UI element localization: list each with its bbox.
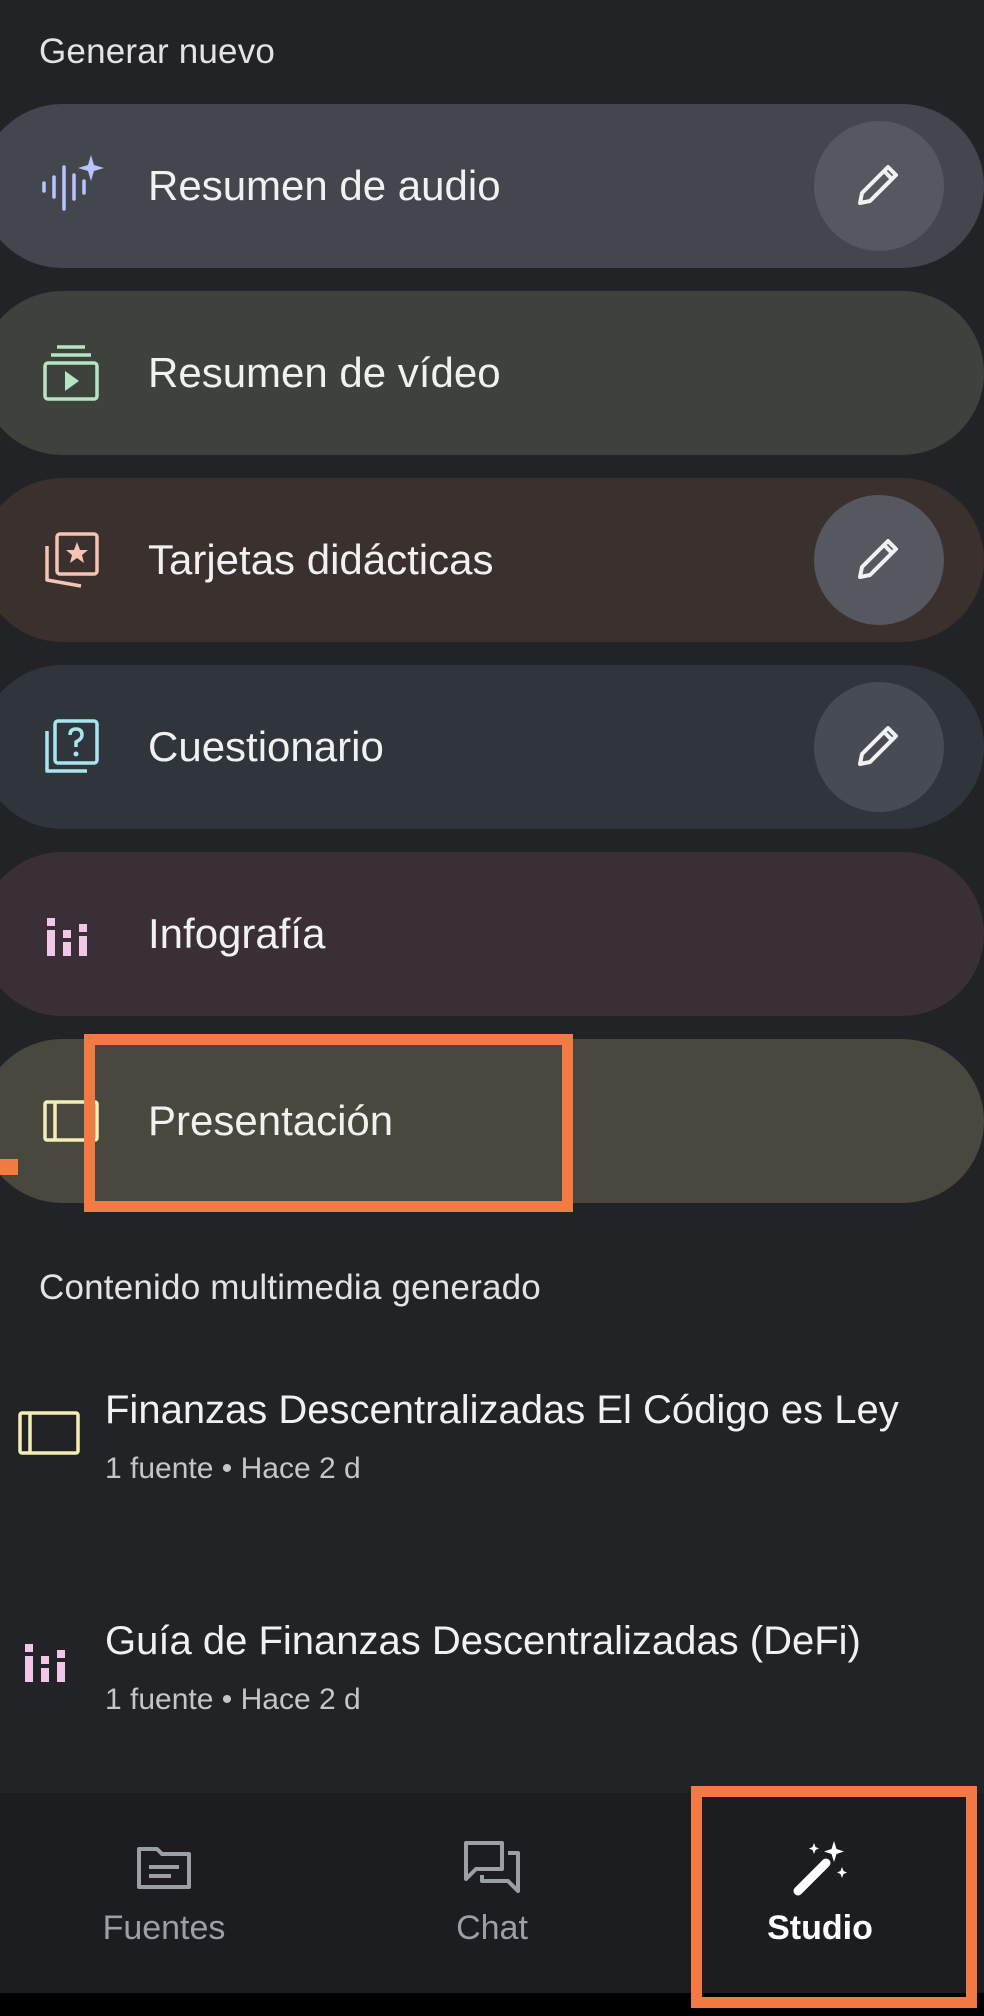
- slides-icon: [38, 1088, 104, 1154]
- media-item-meta: 1 fuente • Hace 2 d: [105, 1683, 361, 1716]
- gen-item-video-overview[interactable]: Resumen de vídeo: [0, 291, 984, 455]
- gen-item-label: Infografía: [148, 910, 326, 957]
- highlight-marker: [0, 1159, 18, 1175]
- gen-item-audio-overview[interactable]: Resumen de audio: [0, 104, 984, 268]
- nav-tab-chat[interactable]: Chat: [328, 1793, 656, 1993]
- gen-item-quiz[interactable]: Cuestionario: [0, 665, 984, 829]
- gen-item-label: Cuestionario: [148, 723, 384, 770]
- edit-audio-button[interactable]: [814, 121, 944, 251]
- audio-sparkle-icon: [38, 153, 104, 219]
- gen-item-flashcards[interactable]: Tarjetas didácticas: [0, 478, 984, 642]
- system-nav-strip: [0, 1993, 984, 2016]
- flashcards-star-icon: [38, 527, 104, 593]
- nav-tab-fuentes[interactable]: Fuentes: [0, 1793, 328, 1993]
- gen-item-presentation[interactable]: Presentación: [0, 1039, 984, 1203]
- gen-item-label: Tarjetas didácticas: [148, 536, 494, 583]
- infographic-bars-icon: [14, 1625, 84, 1695]
- gen-item-label: Resumen de audio: [148, 162, 501, 209]
- bottom-nav: Fuentes Chat Studio: [0, 1793, 984, 2016]
- media-item-meta: 1 fuente • Hace 2 d: [105, 1452, 361, 1485]
- media-item[interactable]: Guía de Finanzas Descentralizadas (DeFi)…: [0, 1611, 984, 1781]
- media-section-title: Contenido multimedia generado: [39, 1268, 541, 1307]
- magic-wand-icon: [788, 1835, 852, 1899]
- pencil-icon: [852, 531, 906, 590]
- slides-icon: [14, 1398, 84, 1468]
- quiz-question-icon: [38, 714, 104, 780]
- chat-icon: [460, 1835, 524, 1899]
- sources-icon: [132, 1835, 196, 1899]
- nav-label: Chat: [456, 1909, 528, 1947]
- nav-tab-studio[interactable]: Studio: [656, 1793, 984, 1993]
- edit-quiz-button[interactable]: [814, 682, 944, 812]
- edit-flashcards-button[interactable]: [814, 495, 944, 625]
- media-item[interactable]: Finanzas Descentralizadas El Código es L…: [0, 1380, 984, 1550]
- gen-item-infographic[interactable]: Infografía: [0, 852, 984, 1016]
- nav-label: Fuentes: [102, 1909, 226, 1947]
- pencil-icon: [852, 157, 906, 216]
- media-item-title: Finanzas Descentralizadas El Código es L…: [105, 1388, 899, 1432]
- pencil-icon: [852, 718, 906, 777]
- media-item-title: Guía de Finanzas Descentralizadas (DeFi): [105, 1619, 861, 1663]
- gen-item-label: Presentación: [148, 1097, 394, 1144]
- nav-label: Studio: [767, 1909, 873, 1947]
- gen-item-label: Resumen de vídeo: [148, 349, 501, 396]
- infographic-bars-icon: [38, 901, 104, 967]
- studio-screen: Generar nuevo Resumen de audio Resumen d…: [0, 0, 984, 2016]
- video-play-icon: [38, 340, 104, 406]
- generate-section-title: Generar nuevo: [39, 32, 276, 71]
